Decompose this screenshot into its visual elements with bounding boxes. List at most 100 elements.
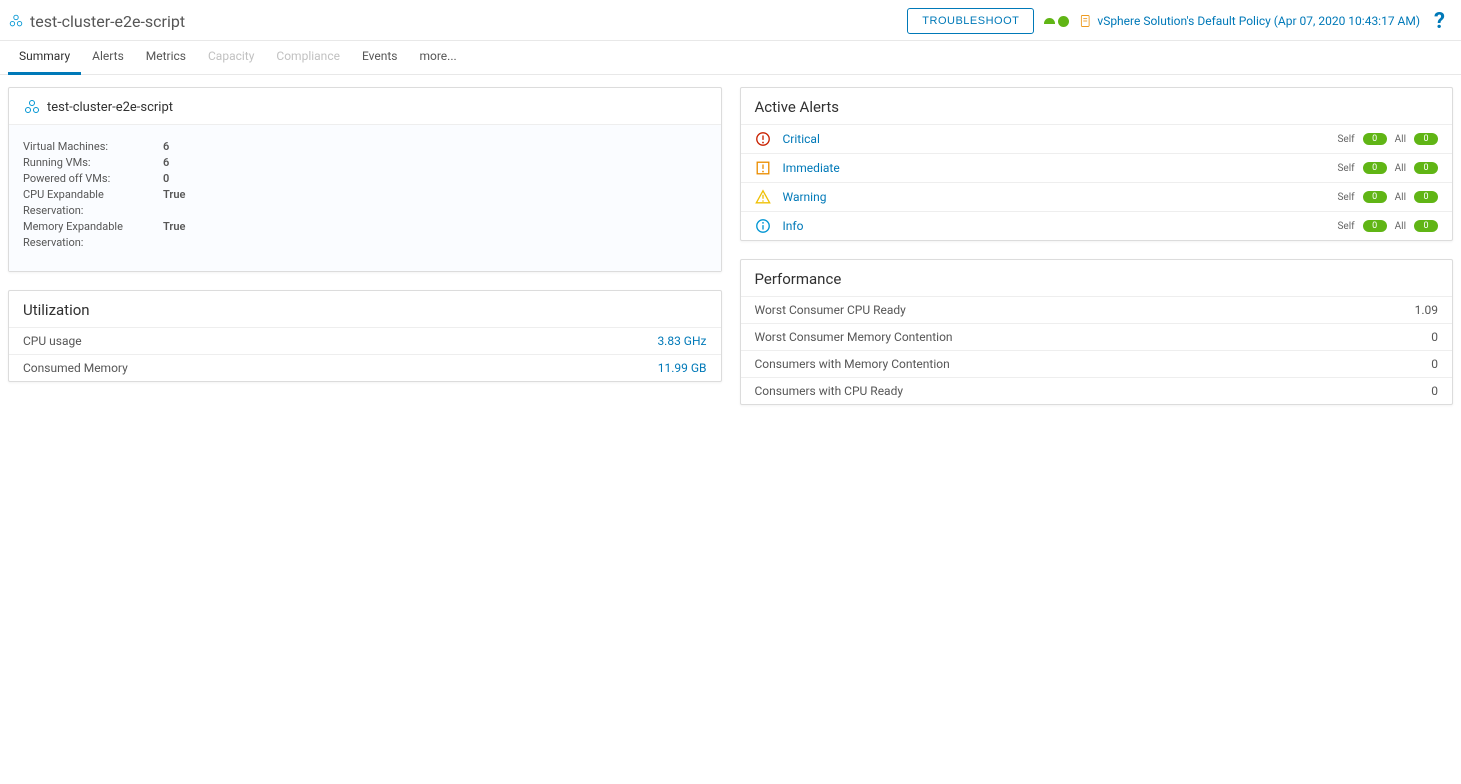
alert-counts: Self 0 All 0 <box>1337 133 1438 145</box>
metric-value[interactable]: 11.99 GB <box>658 361 707 375</box>
self-label: Self <box>1337 163 1354 174</box>
warning-icon <box>755 189 771 205</box>
all-count-pill[interactable]: 0 <box>1414 191 1438 203</box>
cluster-info-body: Virtual Machines:6Running VMs:6Powered o… <box>9 125 721 271</box>
alert-label[interactable]: Warning <box>783 190 1326 204</box>
page-title: test-cluster-e2e-script <box>30 12 185 31</box>
alert-label[interactable]: Info <box>783 219 1326 233</box>
metric-label: Worst Consumer CPU Ready <box>755 303 906 317</box>
all-label: All <box>1395 134 1406 145</box>
all-count-pill[interactable]: 0 <box>1414 162 1438 174</box>
tab-metrics[interactable]: Metrics <box>135 41 197 75</box>
policy-text: vSphere Solution's Default Policy (Apr 0… <box>1097 14 1420 28</box>
status-dot-compliance-icon <box>1044 18 1055 24</box>
alert-label[interactable]: Immediate <box>783 161 1326 175</box>
info-row: Memory Expandable Reservation:True <box>23 219 707 251</box>
tab-summary[interactable]: Summary <box>8 41 81 75</box>
tab-more[interactable]: more... <box>408 41 467 75</box>
all-label: All <box>1395 163 1406 174</box>
performance-header: Performance <box>741 260 1453 297</box>
tab-compliance: Compliance <box>265 41 351 75</box>
info-row: Virtual Machines:6 <box>23 139 707 155</box>
metric-label: Consumed Memory <box>23 361 128 375</box>
cluster-info-card: test-cluster-e2e-script Virtual Machines… <box>8 87 722 272</box>
tab-capacity: Capacity <box>197 41 265 75</box>
cluster-info-header: test-cluster-e2e-script <box>9 88 721 125</box>
metric-value: 1.09 <box>1415 303 1438 317</box>
self-label: Self <box>1337 192 1354 203</box>
performance-row: Consumers with CPU Ready 0 <box>741 378 1453 404</box>
info-value: True <box>163 219 185 251</box>
info-label: Running VMs: <box>23 155 163 171</box>
help-icon[interactable]: ? <box>1430 9 1449 34</box>
all-label: All <box>1395 221 1406 232</box>
all-count-pill[interactable]: 0 <box>1414 220 1438 232</box>
right-column: Active Alerts CriticalSelf0All0Immediate… <box>740 87 1454 405</box>
self-label: Self <box>1337 134 1354 145</box>
info-row: Running VMs:6 <box>23 155 707 171</box>
critical-icon <box>755 131 771 147</box>
info-value: 6 <box>163 139 169 155</box>
alert-counts: Self 0 All 0 <box>1337 191 1438 203</box>
info-icon <box>755 218 771 234</box>
tabs: SummaryAlertsMetricsCapacityComplianceEv… <box>0 41 1461 75</box>
alert-counts: Self 0 All 0 <box>1337 220 1438 232</box>
info-value: True <box>163 187 185 219</box>
utilization-row: CPU usage 3.83 GHz <box>9 328 721 355</box>
metric-label: Worst Consumer Memory Contention <box>755 330 953 344</box>
utilization-header: Utilization <box>9 291 721 328</box>
status-dot-health-icon <box>1058 16 1069 27</box>
tab-alerts[interactable]: Alerts <box>81 41 135 75</box>
utilization-row: Consumed Memory 11.99 GB <box>9 355 721 381</box>
info-label: Virtual Machines: <box>23 139 163 155</box>
info-value: 6 <box>163 155 169 171</box>
metric-label: Consumers with CPU Ready <box>755 384 904 398</box>
cluster-info-title: test-cluster-e2e-script <box>47 100 173 115</box>
metric-label: CPU usage <box>23 334 82 348</box>
info-row: CPU Expandable Reservation:True <box>23 187 707 219</box>
alert-row-warning: Warning Self 0 All 0 <box>741 183 1453 212</box>
header-left: test-cluster-e2e-script <box>8 12 185 31</box>
alerts-list: CriticalSelf0All0ImmediateSelf0All0Warni… <box>741 125 1453 240</box>
utilization-card: Utilization CPU usage 3.83 GHz Consumed Me… <box>8 290 722 382</box>
self-count-pill[interactable]: 0 <box>1363 220 1387 232</box>
page-header: test-cluster-e2e-script TROUBLESHOOT vSp… <box>0 0 1461 41</box>
info-value: 0 <box>163 171 169 187</box>
alert-row-immediate: Immediate Self 0 All 0 <box>741 154 1453 183</box>
alert-counts: Self 0 All 0 <box>1337 162 1438 174</box>
metric-value: 0 <box>1431 330 1438 344</box>
active-alerts-card: Active Alerts CriticalSelf0All0Immediate… <box>740 87 1454 241</box>
all-count-pill[interactable]: 0 <box>1414 133 1438 145</box>
cluster-icon <box>23 98 41 116</box>
performance-row: Worst Consumer CPU Ready 1.09 <box>741 297 1453 324</box>
self-count-pill[interactable]: 0 <box>1363 133 1387 145</box>
immediate-icon <box>755 160 771 176</box>
utilization-body: CPU usage 3.83 GHz Consumed Memory 11.99 GB <box>9 328 721 381</box>
troubleshoot-button[interactable]: TROUBLESHOOT <box>907 8 1034 34</box>
active-alerts-header: Active Alerts <box>741 88 1453 125</box>
content-grid: test-cluster-e2e-script Virtual Machines… <box>0 75 1461 417</box>
alert-row-critical: Critical Self 0 All 0 <box>741 125 1453 154</box>
performance-body: Worst Consumer CPU Ready1.09Worst Consum… <box>741 297 1453 404</box>
info-label: Powered off VMs: <box>23 171 163 187</box>
info-label: Memory Expandable Reservation: <box>23 219 163 251</box>
all-label: All <box>1395 192 1406 203</box>
metric-value: 0 <box>1431 384 1438 398</box>
tab-events[interactable]: Events <box>351 41 409 75</box>
alert-row-info: Info Self 0 All 0 <box>741 212 1453 240</box>
info-row: Powered off VMs:0 <box>23 171 707 187</box>
policy-icon <box>1079 14 1093 28</box>
self-label: Self <box>1337 221 1354 232</box>
metric-value[interactable]: 3.83 GHz <box>657 334 706 348</box>
alert-label[interactable]: Critical <box>783 132 1326 146</box>
header-right: TROUBLESHOOT vSphere Solution's Default … <box>907 8 1449 34</box>
performance-row: Consumers with Memory Contention 0 <box>741 351 1453 378</box>
metric-label: Consumers with Memory Contention <box>755 357 950 371</box>
metric-value: 0 <box>1431 357 1438 371</box>
policy-link[interactable]: vSphere Solution's Default Policy (Apr 0… <box>1079 14 1420 28</box>
self-count-pill[interactable]: 0 <box>1363 162 1387 174</box>
left-column: test-cluster-e2e-script Virtual Machines… <box>8 87 722 405</box>
self-count-pill[interactable]: 0 <box>1363 191 1387 203</box>
performance-card: Performance Worst Consumer CPU Ready 1.09… <box>740 259 1454 405</box>
cluster-icon <box>8 13 24 29</box>
